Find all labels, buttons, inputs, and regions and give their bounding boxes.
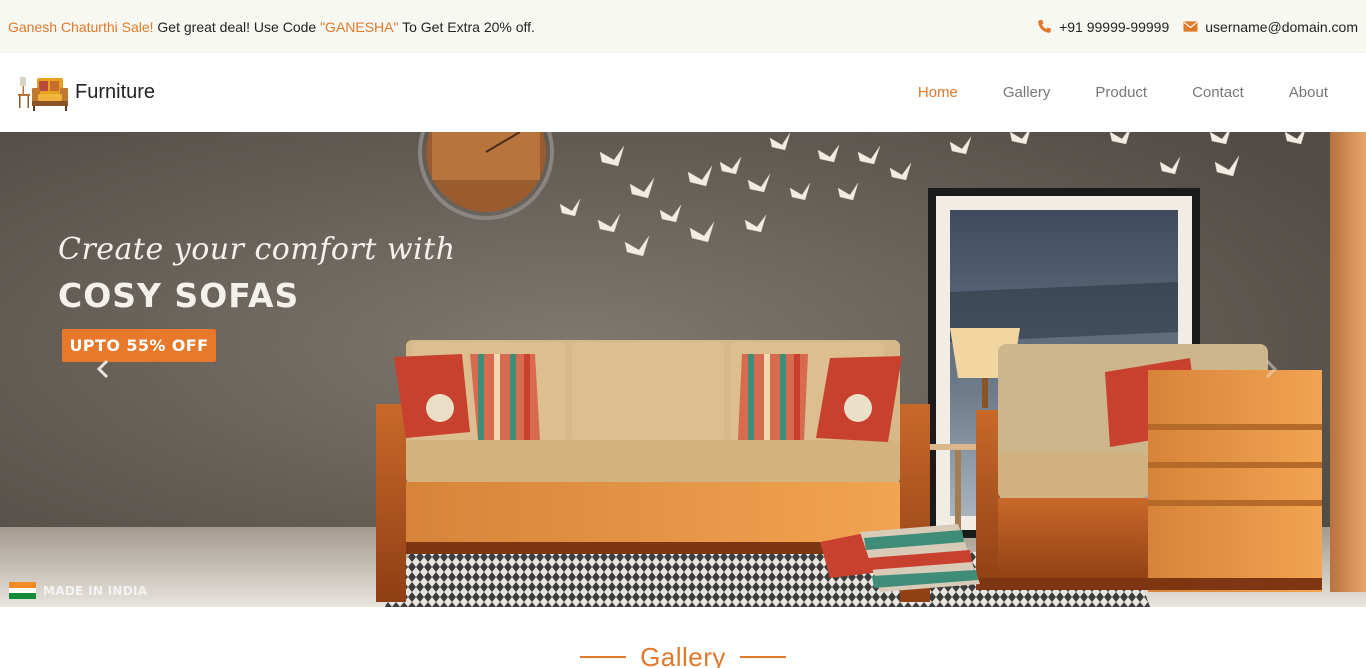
india-flag-icon [9, 582, 36, 600]
armchair-logo [18, 76, 68, 111]
nav-item-gallery[interactable]: Gallery [980, 84, 1073, 101]
phone-contact[interactable]: +91 99999-99999 [1037, 19, 1169, 35]
hero-headline: COSY SOFAS [58, 276, 300, 315]
promo-text: Ganesh Chaturthi Sale! Get great deal! U… [8, 19, 535, 35]
made-in-india-badge: MADE IN INDIA [9, 582, 148, 600]
email-contact[interactable]: username@domain.com [1183, 19, 1358, 35]
nav-item-about[interactable]: About [1266, 84, 1349, 101]
nav-item-contact[interactable]: Contact [1170, 84, 1267, 101]
promo-message-end: To Get Extra 20% off. [398, 18, 535, 35]
brand[interactable]: Furniture [17, 74, 155, 112]
made-in-label: MADE IN INDIA [43, 583, 148, 598]
phone-icon [1038, 19, 1052, 33]
contact-info: +91 99999-99999 username@domain.com [1037, 19, 1358, 35]
envelope-icon [1183, 21, 1198, 32]
phone-number: +91 99999-99999 [1059, 18, 1170, 35]
hero-tagline: Create your comfort with [58, 232, 456, 267]
carousel-prev-button[interactable] [92, 357, 116, 381]
carousel-next-button[interactable] [1258, 357, 1282, 381]
gallery-title: Gallery [640, 642, 726, 668]
chevron-right-icon [1265, 359, 1278, 379]
nav-item-product[interactable]: Product [1073, 84, 1170, 101]
main-nav: Home Gallery Product Contact About [895, 84, 1349, 101]
heading-rule-right [739, 656, 786, 658]
promo-sale-label: Ganesh Chaturthi Sale! [8, 18, 154, 35]
promo-message: Get great deal! Use Code [153, 18, 321, 35]
promo-bar: Ganesh Chaturthi Sale! Get great deal! U… [0, 0, 1366, 53]
hero-banner-image [0, 132, 1366, 607]
gallery-section-heading: Gallery [0, 640, 1366, 668]
brand-name: Furniture [75, 81, 156, 103]
hero-carousel[interactable]: Create your comfort with COSY SOFAS UPTO… [0, 132, 1366, 607]
promo-code: "GANESHA" [320, 18, 399, 35]
main-navbar: Furniture Home Gallery Product Contact A… [0, 53, 1366, 132]
offer-badge[interactable]: UPTO 55% OFF [62, 329, 216, 362]
email-address: username@domain.com [1205, 18, 1358, 35]
heading-rule-left [580, 656, 627, 658]
nav-item-home[interactable]: Home [895, 84, 980, 101]
chevron-left-icon [96, 359, 109, 379]
